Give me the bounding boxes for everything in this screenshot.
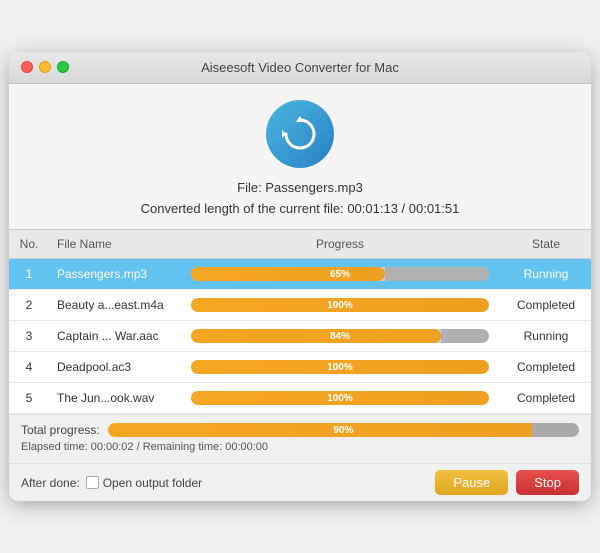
row-filename: Captain ... War.aac [49, 327, 179, 345]
total-progress-row: Total progress: 90% [21, 423, 579, 437]
converted-label: Converted length of the current file: 00… [141, 199, 460, 220]
minimize-button[interactable] [39, 61, 51, 73]
col-state: State [501, 235, 591, 253]
row-no: 4 [9, 358, 49, 376]
table-row[interactable]: 4 Deadpool.ac3 100% Completed [9, 352, 591, 383]
row-no: 1 [9, 265, 49, 283]
after-done-label: After done: [21, 476, 80, 490]
progress-label: 100% [191, 298, 489, 312]
progress-label: 65% [191, 267, 489, 281]
row-progress: 65% [179, 265, 501, 283]
titlebar: Aiseesoft Video Converter for Mac [9, 52, 591, 84]
row-no: 5 [9, 389, 49, 407]
maximize-button[interactable] [57, 61, 69, 73]
col-filename: File Name [49, 235, 179, 253]
row-filename: The Jun...ook.wav [49, 389, 179, 407]
total-progress-bar: 90% [108, 423, 579, 437]
main-window: Aiseesoft Video Converter for Mac File: … [9, 52, 591, 502]
convert-icon-circle [266, 100, 334, 168]
row-filename: Passengers.mp3 [49, 265, 179, 283]
progress-label: 100% [191, 360, 489, 374]
after-done-row: After done: Open output folder Pause Sto… [9, 463, 591, 501]
progress-label: 100% [191, 391, 489, 405]
traffic-lights [21, 61, 69, 73]
row-state: Running [501, 265, 591, 283]
row-no: 2 [9, 296, 49, 314]
icon-area: File: Passengers.mp3 Converted length of… [9, 84, 591, 230]
close-button[interactable] [21, 61, 33, 73]
pause-button[interactable]: Pause [435, 470, 508, 495]
table-row[interactable]: 2 Beauty a...east.m4a 100% Completed [9, 290, 591, 321]
file-info: File: Passengers.mp3 Converted length of… [141, 178, 460, 220]
row-no: 3 [9, 327, 49, 345]
progress-bar: 100% [191, 360, 489, 374]
row-progress: 100% [179, 358, 501, 376]
total-label: Total progress: [21, 423, 100, 437]
row-progress: 84% [179, 327, 501, 345]
total-progress-label: 90% [108, 423, 579, 437]
row-state: Completed [501, 358, 591, 376]
convert-icon [280, 114, 320, 154]
footer-progress: Total progress: 90% Elapsed time: 00:00:… [9, 414, 591, 463]
elapsed-row: Elapsed time: 00:00:02 / Remaining time:… [21, 441, 579, 453]
progress-bar: 100% [191, 298, 489, 312]
progress-bar: 84% [191, 329, 489, 343]
window-title: Aiseesoft Video Converter for Mac [201, 60, 399, 75]
open-output-label: Open output folder [103, 476, 202, 490]
row-state: Completed [501, 296, 591, 314]
table-header: No. File Name Progress State [9, 229, 591, 259]
row-state: Running [501, 327, 591, 345]
col-no: No. [9, 235, 49, 253]
progress-bar: 65% [191, 267, 489, 281]
file-label: File: Passengers.mp3 [141, 178, 460, 199]
row-state: Completed [501, 389, 591, 407]
table-row[interactable]: 3 Captain ... War.aac 84% Running [9, 321, 591, 352]
table-rows: 1 Passengers.mp3 65% Running 2 Beauty a.… [9, 259, 591, 414]
stop-button[interactable]: Stop [516, 470, 579, 495]
row-filename: Deadpool.ac3 [49, 358, 179, 376]
table-row[interactable]: 1 Passengers.mp3 65% Running [9, 259, 591, 290]
row-progress: 100% [179, 389, 501, 407]
row-progress: 100% [179, 296, 501, 314]
open-output-checkbox[interactable] [86, 476, 99, 489]
progress-label: 84% [191, 329, 489, 343]
row-filename: Beauty a...east.m4a [49, 296, 179, 314]
progress-bar: 100% [191, 391, 489, 405]
col-progress: Progress [179, 235, 501, 253]
table-row[interactable]: 5 The Jun...ook.wav 100% Completed [9, 383, 591, 414]
file-table: No. File Name Progress State 1 Passenger… [9, 229, 591, 414]
